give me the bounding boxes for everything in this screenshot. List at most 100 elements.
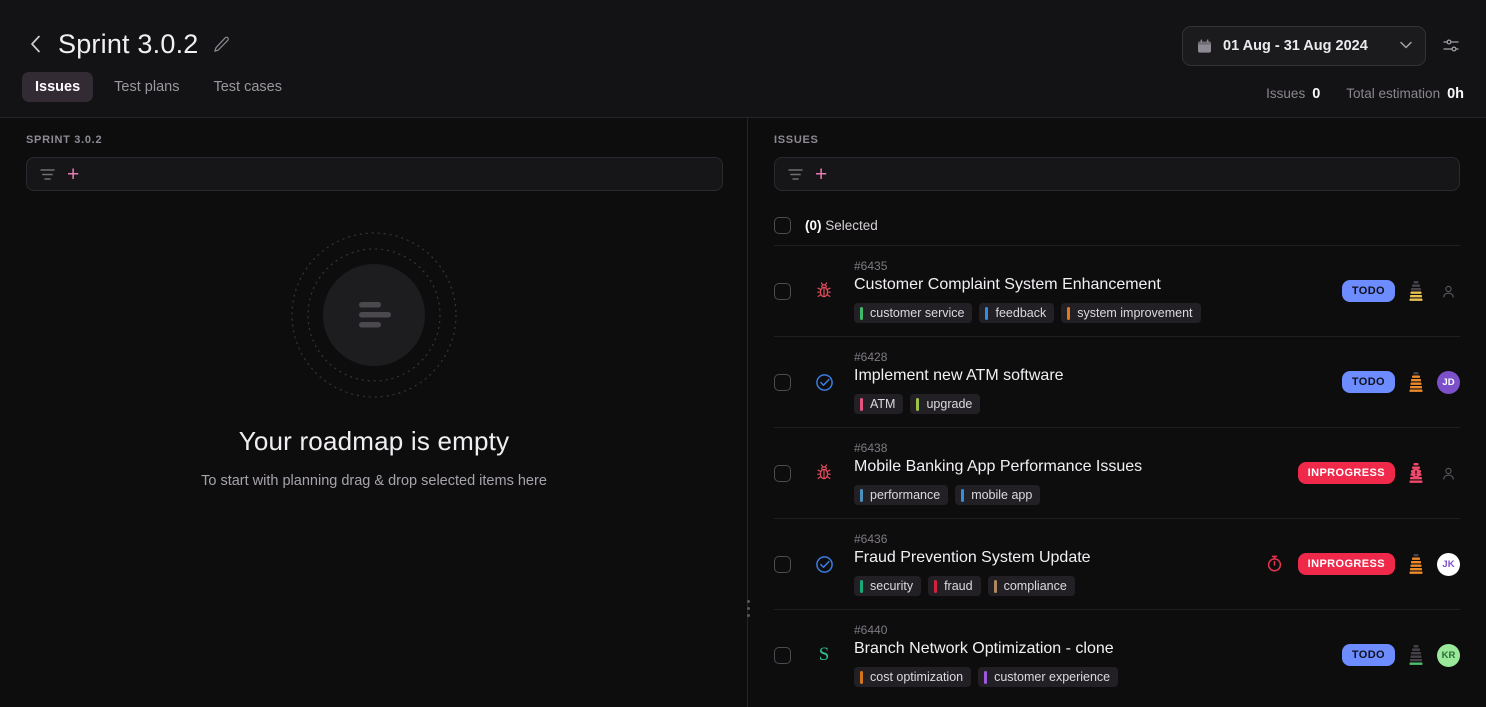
tag-color-bar	[984, 670, 988, 684]
issue-key: #6436	[854, 532, 888, 546]
tag-color-bar	[860, 670, 863, 684]
issue-title[interactable]: Implement new ATM software	[854, 367, 1328, 385]
tab-test-plans[interactable]: Test plans	[101, 72, 192, 102]
issue-tag[interactable]: fraud	[928, 576, 981, 596]
tag-color-bar	[860, 397, 863, 411]
issue-row[interactable]: S #6440 Branch Network Optimization - clon…	[774, 609, 1460, 700]
priority-high-icon	[1409, 372, 1423, 392]
empty-state-title: Your roadmap is empty	[238, 426, 510, 456]
issue-tag[interactable]: ATM	[854, 394, 904, 414]
status-badge[interactable]: TODO	[1341, 371, 1395, 393]
issue-title[interactable]: Customer Complaint System Enhancement	[854, 276, 1328, 294]
unassigned-avatar-icon[interactable]	[1437, 462, 1460, 485]
issue-row[interactable]: #6428 Implement new ATM software ATM upgrad…	[774, 336, 1460, 427]
issues-count-value: 0	[1312, 86, 1321, 102]
assignee-avatar[interactable]: JK	[1437, 552, 1460, 576]
tab-issues[interactable]: Issues	[22, 72, 94, 102]
tab-bar: Issues Test plans Test cases	[0, 72, 1486, 102]
issue-tag-list: customer service feedback system improveme…	[854, 303, 1328, 323]
issue-select-checkbox[interactable]	[774, 555, 791, 573]
pencil-icon	[213, 36, 229, 52]
tag-label: ATM	[870, 397, 896, 411]
status-badge[interactable]: TODO	[1341, 280, 1395, 302]
issue-tag[interactable]: mobile app	[955, 485, 1041, 505]
selection-label: (0) Selected	[805, 218, 878, 233]
tag-label: fraud	[944, 579, 973, 593]
drag-handle-dot	[746, 613, 750, 617]
issue-tag[interactable]: feedback	[979, 303, 1055, 323]
tag-label: feedback	[995, 306, 1047, 320]
issue-select-checkbox[interactable]	[774, 282, 791, 300]
date-range-picker[interactable]: 01 Aug - 31 Aug 2024	[1182, 26, 1426, 66]
issue-tag-list: cost optimization customer experience	[854, 667, 1328, 687]
issue-meta: TODO	[1328, 279, 1460, 303]
issue-row[interactable]: #6435 Customer Complaint System Enhanceme…	[774, 245, 1460, 336]
issue-select-checkbox[interactable]	[774, 373, 791, 391]
issue-select-checkbox[interactable]	[774, 646, 791, 664]
assignee-avatar[interactable]: JD	[1437, 370, 1460, 394]
issue-title[interactable]: Fraud Prevention System Update	[854, 549, 1252, 567]
issue-tag[interactable]: system improvement	[1061, 303, 1201, 323]
tag-label: customer experience	[994, 670, 1111, 684]
issues-panel-label: ISSUES	[774, 134, 819, 146]
bug-icon	[813, 462, 835, 484]
estimation-value: 0h	[1447, 86, 1464, 102]
issue-meta: TODO KR	[1328, 643, 1460, 667]
issue-tag[interactable]: cost optimization	[854, 667, 972, 687]
issue-row[interactable]: #6438 Mobile Banking App Performance Issu…	[774, 427, 1460, 518]
chevron-left-icon	[30, 35, 40, 53]
priority-high-icon	[1409, 554, 1423, 574]
issue-title[interactable]: Mobile Banking App Performance Issues	[854, 458, 1284, 476]
filter-icon[interactable]	[787, 166, 804, 183]
roadmap-add-button[interactable]: +	[64, 164, 82, 185]
main-content: SPRINT 3.0.2 + Your roadmap is empty To …	[0, 118, 1486, 707]
panel-resize-handle[interactable]	[741, 591, 755, 625]
issue-row[interactable]: #6436 Fraud Prevention System Update secur…	[774, 518, 1460, 609]
issue-tag[interactable]: upgrade	[910, 394, 981, 414]
back-button[interactable]	[24, 29, 46, 59]
tag-color-bar	[993, 579, 997, 593]
timer-icon[interactable]	[1266, 555, 1285, 574]
unassigned-avatar-icon[interactable]	[1437, 280, 1460, 303]
date-range-value: 01 Aug - 31 Aug 2024	[1223, 38, 1368, 54]
priority-low-icon	[1409, 645, 1423, 665]
issues-count-label: Issues	[1266, 86, 1306, 101]
priority-medium-icon	[1409, 281, 1423, 301]
issue-tag[interactable]: customer experience	[978, 667, 1119, 687]
issue-key: #6440	[854, 623, 888, 637]
issue-meta: INPROGRESS JK	[1252, 552, 1460, 576]
issue-tag[interactable]: security	[854, 576, 922, 596]
tag-color-bar	[860, 579, 863, 593]
tag-color-bar	[860, 306, 863, 320]
tab-test-cases[interactable]: Test cases	[200, 72, 295, 102]
task-check-icon	[813, 371, 835, 393]
issue-tag[interactable]: performance	[854, 485, 949, 505]
sliders-icon	[1443, 39, 1459, 52]
tag-label: system improvement	[1077, 306, 1193, 320]
assignee-avatar[interactable]: KR	[1437, 643, 1460, 667]
bug-icon	[813, 280, 835, 302]
edit-title-button[interactable]	[213, 34, 233, 54]
tag-color-bar	[860, 488, 863, 502]
tag-label: customer service	[870, 306, 965, 320]
empty-state-subtitle: To start with planning drag & drop selec…	[201, 473, 547, 489]
select-all-checkbox[interactable]	[774, 216, 791, 234]
issue-title[interactable]: Branch Network Optimization - clone	[854, 640, 1328, 658]
status-badge[interactable]: TODO	[1341, 644, 1395, 666]
status-badge[interactable]: INPROGRESS	[1297, 462, 1395, 484]
issues-add-button[interactable]: +	[812, 164, 830, 185]
issue-main: #6438 Mobile Banking App Performance Issu…	[854, 441, 1284, 505]
tag-color-bar	[961, 488, 965, 502]
issue-tag[interactable]: customer service	[854, 303, 973, 323]
issue-main: #6440 Branch Network Optimization - clone…	[854, 623, 1328, 687]
empty-roadmap-icon	[291, 232, 457, 398]
tag-color-bar	[985, 306, 989, 320]
filter-icon[interactable]	[39, 166, 56, 183]
sprint-stats: Issues 0 Total estimation 0h	[1266, 86, 1464, 102]
tag-label: mobile app	[971, 488, 1033, 502]
estimation-label: Total estimation	[1346, 86, 1441, 101]
issue-select-checkbox[interactable]	[774, 464, 791, 482]
view-settings-button[interactable]	[1438, 33, 1464, 59]
issue-tag[interactable]: compliance	[987, 576, 1075, 596]
status-badge[interactable]: INPROGRESS	[1297, 553, 1395, 575]
